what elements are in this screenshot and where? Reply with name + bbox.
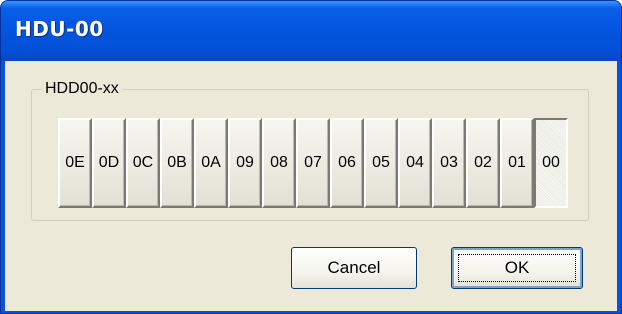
hdd-button-label: 0E <box>65 154 85 171</box>
hdd-button-label: 08 <box>270 154 288 171</box>
hdd-button-label: 0A <box>201 154 221 171</box>
hdd-button-label: 06 <box>338 154 356 171</box>
hdd-button-0b[interactable]: 0B <box>160 118 194 208</box>
hdd-button-label: 0B <box>167 154 187 171</box>
hdd-button-label: 07 <box>304 154 322 171</box>
hdd-button-07[interactable]: 07 <box>296 118 330 208</box>
hdd-button-04[interactable]: 04 <box>398 118 432 208</box>
hdd-button-06[interactable]: 06 <box>330 118 364 208</box>
dialog-client-area: HDD00-xx 0E 0D 0C 0B 0A 09 08 07 06 05 04 03 02 01 00 … <box>5 61 617 311</box>
dialog-window: HDU-00 HDD00-xx 0E 0D 0C 0B 0A 09 08 07 06 05 04 03… <box>0 0 622 314</box>
hdd-button-label: 05 <box>372 154 390 171</box>
hdd-button-label: 03 <box>440 154 458 171</box>
hdd-button-02[interactable]: 02 <box>466 118 500 208</box>
cancel-button[interactable]: Cancel <box>291 247 417 289</box>
hdd-button-0a[interactable]: 0A <box>194 118 228 208</box>
hdd-button-label: 0C <box>132 154 154 171</box>
hdd-button-08[interactable]: 08 <box>262 118 296 208</box>
hdd-button-0c[interactable]: 0C <box>126 118 160 208</box>
window-title: HDU-00 <box>15 17 104 41</box>
hdd-button-0e[interactable]: 0E <box>58 118 92 208</box>
hdd-button-03[interactable]: 03 <box>432 118 466 208</box>
hdd-button-09[interactable]: 09 <box>228 118 262 208</box>
hdd-button-0d[interactable]: 0D <box>92 118 126 208</box>
hdd-button-05[interactable]: 05 <box>364 118 398 208</box>
hdd-button-label: 0D <box>98 154 120 171</box>
hdd-button-label: 00 <box>542 154 560 171</box>
groupbox-label: HDD00-xx <box>42 78 122 100</box>
title-bar[interactable]: HDU-00 <box>1 1 621 61</box>
ok-button-label: OK <box>504 258 530 277</box>
hdd-button-00[interactable]: 00 <box>534 118 568 208</box>
hdd-button-label: 01 <box>508 154 526 171</box>
ok-button[interactable]: OK <box>451 247 583 289</box>
cancel-button-label: Cancel <box>327 258 381 277</box>
hdd-button-label: 02 <box>474 154 492 171</box>
hdd-button-01[interactable]: 01 <box>500 118 534 208</box>
hdd-button-label: 09 <box>236 154 254 171</box>
hdd-button-row: 0E 0D 0C 0B 0A 09 08 07 06 05 04 03 02 01 00 <box>58 118 568 208</box>
hdd-groupbox: HDD00-xx 0E 0D 0C 0B 0A 09 08 07 06 05 04 03 02 01 00 <box>31 78 589 221</box>
hdd-button-label: 04 <box>406 154 424 171</box>
